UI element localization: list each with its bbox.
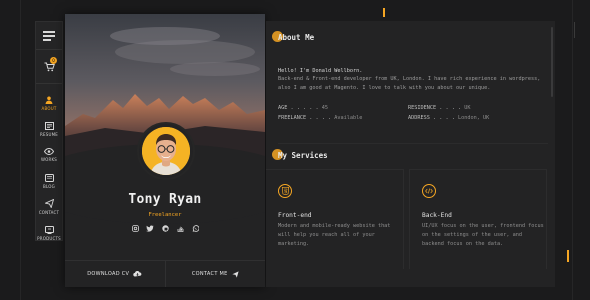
bg-accent-dash <box>574 22 575 38</box>
nav-item-products[interactable]: PRODUCTS <box>36 220 62 246</box>
about-hello: Hello! I'm Donald Wellborn. <box>278 68 363 74</box>
side-nav: 0 ABOUT RESUME WORKS BLOG CONTACT PRODUC… <box>35 21 63 241</box>
info-residence: RESIDENCE . . . . UK <box>408 105 471 111</box>
github-icon[interactable] <box>161 224 169 232</box>
info-address: ADDRESS . . . . London, UK <box>408 115 490 121</box>
profile-card: Tony Ryan Freelancer DOWNLOAD CV CONTACT… <box>65 14 265 287</box>
whatsapp-icon[interactable] <box>191 224 199 232</box>
contact-me-button[interactable]: CONTACT ME <box>164 261 266 287</box>
services-section-title: My Services <box>272 149 328 160</box>
profile-name: Tony Ryan <box>128 192 202 207</box>
bg-grid-line <box>572 0 573 300</box>
scrollbar[interactable] <box>551 27 553 97</box>
cart-button[interactable]: 0 <box>36 50 62 84</box>
instagram-icon[interactable] <box>131 224 139 232</box>
social-links <box>65 224 265 232</box>
nav-item-label: PRODUCTS <box>37 235 61 241</box>
card-actions: DOWNLOAD CV CONTACT ME <box>65 260 265 287</box>
nav-item-blog[interactable]: BLOG <box>36 168 62 194</box>
profile-role: Freelancer <box>148 212 182 218</box>
stackoverflow-icon[interactable] <box>176 224 184 232</box>
service-description: UI/UX focus on the user, frontend focus … <box>422 223 544 247</box>
code-icon <box>422 184 436 198</box>
avatar <box>142 127 190 175</box>
bg-accent-dash <box>567 250 569 262</box>
service-card-backend: Back-End UI/UX focus on the user, fronte… <box>409 169 547 269</box>
send-icon <box>44 199 54 208</box>
products-icon <box>44 225 54 234</box>
cart-count-badge: 0 <box>50 57 57 64</box>
about-text: Back-end & Front-end developer from UK, … <box>278 76 541 91</box>
nav-item-resume[interactable]: RESUME <box>36 116 62 142</box>
service-card-frontend: Front-end Modern and mobile-ready websit… <box>266 169 404 269</box>
nav-item-works[interactable]: WORKS <box>36 142 62 168</box>
nav-item-about[interactable]: ABOUT <box>36 90 62 116</box>
download-cv-button[interactable]: DOWNLOAD CV <box>65 261 165 287</box>
info-freelance: FREELANCE . . . . Available <box>278 115 363 121</box>
nav-item-contact[interactable]: CONTACT <box>36 194 62 220</box>
service-title: Back-End <box>422 212 452 219</box>
about-section-title: About Me <box>272 31 314 42</box>
eye-icon <box>44 148 54 155</box>
nav-item-label: RESUME <box>40 131 58 137</box>
download-cv-label: DOWNLOAD CV <box>87 271 130 277</box>
info-age: AGE . . . . . 45 <box>278 105 328 111</box>
resume-icon <box>44 121 54 130</box>
nav-item-label: CONTACT <box>38 210 60 215</box>
nav-item-label: WORKS <box>40 157 58 162</box>
twitter-icon[interactable] <box>146 224 154 232</box>
menu-button[interactable] <box>36 22 62 50</box>
bg-accent-dash <box>383 8 385 17</box>
service-description: Modern and mobile-ready website that wil… <box>278 223 391 247</box>
content-panel: About Me Hello! I'm Donald Wellborn. Bac… <box>266 21 555 287</box>
about-description: Hello! I'm Donald Wellborn. Back-end & F… <box>278 67 550 92</box>
send-icon <box>232 270 239 278</box>
user-icon <box>45 96 53 104</box>
nav-item-label: BLOG <box>43 183 55 189</box>
avatar-portrait <box>142 127 190 175</box>
service-title: Front-end <box>278 212 312 219</box>
contact-me-label: CONTACT ME <box>191 271 228 277</box>
html5-icon <box>278 184 292 198</box>
section-divider <box>278 143 548 144</box>
bg-grid-line <box>20 0 21 300</box>
hamburger-icon <box>43 31 55 41</box>
nav-item-label: ABOUT <box>41 105 57 111</box>
cloud-download-icon <box>133 271 142 277</box>
blog-icon <box>44 173 54 182</box>
